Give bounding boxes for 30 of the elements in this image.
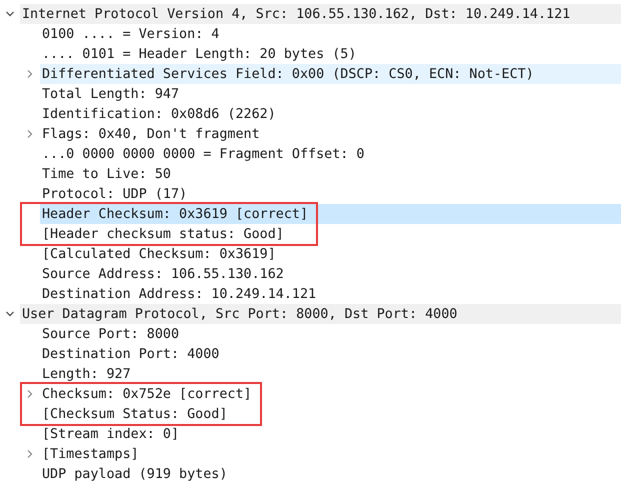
tree-row[interactable]: Time to Live: 50 [40, 164, 621, 184]
expand-chevron-icon[interactable] [26, 70, 34, 78]
tree-row[interactable]: [Checksum Status: Good] [40, 404, 621, 424]
tree-row[interactable]: [Calculated Checksum: 0x3619] [40, 244, 621, 264]
protocol-header-row[interactable]: Internet Protocol Version 4, Src: 106.55.130.162, Dst: 10.249.14.121 [20, 4, 621, 24]
tree-row[interactable]: [Timestamps] [40, 444, 621, 464]
tree-row[interactable]: Checksum: 0x752e [correct] [40, 384, 621, 404]
tree-row[interactable]: Header Checksum: 0x3619 [correct] [40, 204, 621, 224]
tree-row[interactable]: Destination Address: 10.249.14.121 [40, 284, 621, 304]
protocol-header-row[interactable]: User Datagram Protocol, Src Port: 8000, Dst Port: 4000 [20, 304, 621, 324]
tree-row[interactable]: Destination Port: 4000 [40, 344, 621, 364]
tree-row[interactable]: [Stream index: 0] [40, 424, 621, 444]
tree-row[interactable]: Total Length: 947 [40, 84, 621, 104]
tree-row[interactable]: UDP payload (919 bytes) [40, 464, 621, 484]
tree-row[interactable]: Length: 927 [40, 364, 621, 384]
expand-chevron-icon[interactable] [26, 130, 34, 138]
tree-row[interactable]: Source Port: 8000 [40, 324, 621, 344]
collapse-chevron-icon[interactable] [6, 10, 14, 18]
tree-row[interactable]: Identification: 0x08d6 (2262) [40, 104, 621, 124]
expand-chevron-icon[interactable] [26, 450, 34, 458]
tree-row[interactable]: .... 0101 = Header Length: 20 bytes (5) [40, 44, 621, 64]
tree-row[interactable]: ...0 0000 0000 0000 = Fragment Offset: 0 [40, 144, 621, 164]
expand-chevron-icon[interactable] [26, 390, 34, 398]
tree-row[interactable]: Source Address: 106.55.130.162 [40, 264, 621, 284]
tree-row[interactable]: 0100 .... = Version: 4 [40, 24, 621, 44]
tree-row[interactable]: Protocol: UDP (17) [40, 184, 621, 204]
tree-row[interactable]: Differentiated Services Field: 0x00 (DSCP: CS0, ECN: Not-ECT) [40, 64, 621, 84]
tree-row[interactable]: Flags: 0x40, Don't fragment [40, 124, 621, 144]
collapse-chevron-icon[interactable] [6, 310, 14, 318]
tree-row[interactable]: [Header checksum status: Good] [40, 224, 621, 244]
